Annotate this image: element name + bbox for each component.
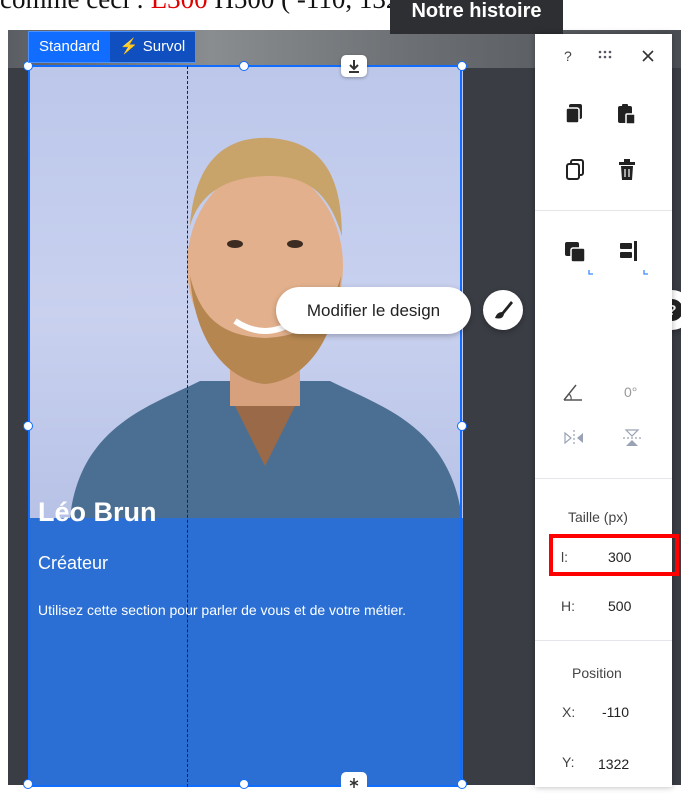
panel-divider [535, 478, 672, 479]
stretch-handle-icon[interactable] [341, 772, 367, 790]
resize-handle-top-right[interactable] [457, 61, 467, 71]
x-label: X: [562, 704, 576, 720]
caption-text: comme ceci : L300 H500 ( -110, 1322) [0, 0, 422, 15]
resize-handle-top[interactable] [239, 61, 249, 71]
paintbrush-button[interactable] [483, 290, 523, 330]
y-label: Y: [562, 754, 575, 770]
card-name: Léo Brun [38, 497, 157, 527]
y-input[interactable]: 1322 [598, 756, 629, 772]
lightning-icon: ⚡ [119, 38, 139, 55]
x-input[interactable]: -110 [602, 704, 629, 720]
resize-handle-left[interactable] [23, 421, 33, 431]
duplicate-icon[interactable] [565, 159, 585, 186]
flip-vertical-icon[interactable] [621, 428, 643, 453]
card-role: Créateur [38, 553, 109, 573]
caption-highlight: L300 [151, 0, 208, 14]
height-label: H: [561, 598, 575, 614]
resize-handle-right[interactable] [457, 421, 467, 431]
position-section-title: Position [572, 665, 622, 681]
align-icon[interactable] [618, 240, 652, 281]
caption-prefix: comme ceci : [0, 0, 151, 14]
paintbrush-icon [495, 301, 513, 319]
size-section-title: Taille (px) [568, 509, 628, 525]
resize-handle-bottom[interactable] [239, 779, 249, 789]
flip-horizontal-icon[interactable] [563, 428, 585, 453]
download-icon[interactable] [341, 55, 367, 77]
section-title-box: Notre histoire [390, 0, 563, 34]
resize-handle-bottom-right[interactable] [457, 779, 467, 789]
close-icon[interactable] [640, 48, 656, 69]
center-guide-line [187, 66, 188, 787]
tab-hover-label: Survol [142, 38, 186, 55]
copy-icon[interactable] [565, 103, 585, 130]
paste-icon[interactable] [616, 103, 636, 130]
drag-handle-icon[interactable] [597, 48, 615, 67]
state-tabs: Standard ⚡ Survol [28, 31, 197, 63]
card-description: Utilisez cette section pour parler de vo… [38, 602, 407, 618]
panel-divider [535, 210, 672, 211]
team-card[interactable] [30, 66, 463, 786]
resize-handle-bottom-left[interactable] [23, 779, 33, 789]
design-button-label: Modifier le design [306, 301, 441, 320]
panel-divider [535, 640, 672, 641]
trash-icon[interactable] [618, 159, 636, 186]
height-input[interactable]: 500 [608, 598, 631, 614]
arrange-icon[interactable] [563, 240, 597, 281]
panel-help-icon[interactable]: ? [564, 48, 572, 64]
rotate-icon[interactable] [562, 382, 584, 407]
design-button[interactable]: Modifier le design [276, 287, 471, 334]
section-title: Notre histoire [411, 0, 542, 22]
tab-standard[interactable]: Standard [29, 32, 110, 62]
rotation-value[interactable]: 0° [624, 384, 637, 400]
tab-hover[interactable]: ⚡ Survol [109, 32, 196, 62]
highlight-box [549, 534, 679, 576]
